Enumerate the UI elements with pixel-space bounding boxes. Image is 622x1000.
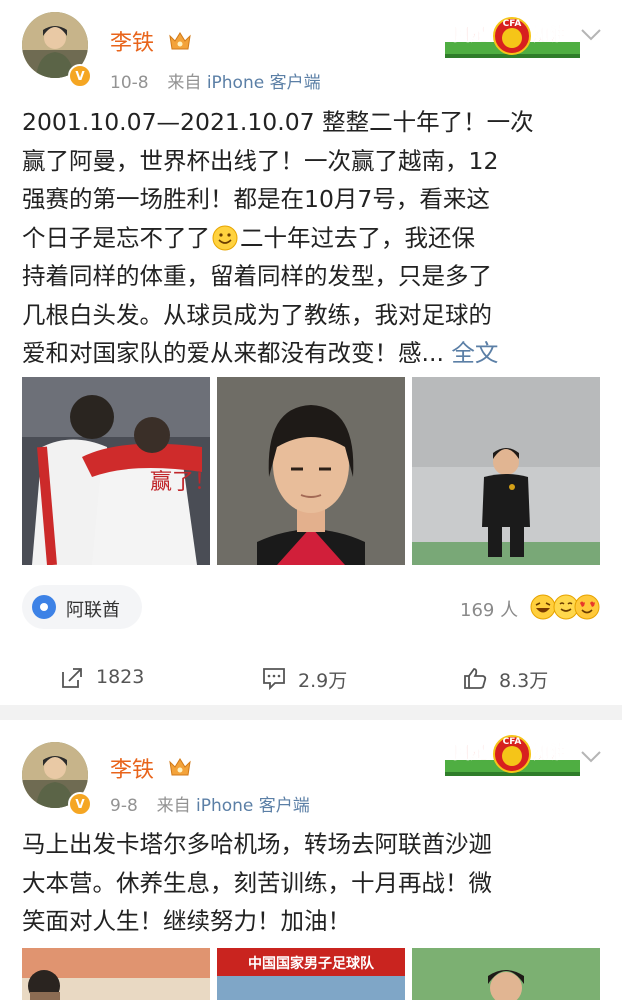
banner-left-text: 国足	[453, 25, 487, 45]
cheer-banner: 国足 CFA 加油	[445, 10, 580, 60]
post-separator	[0, 705, 622, 720]
comment-count: 2.9万	[298, 670, 348, 692]
text-line: 赢了阿曼，世界杯出线了！一次赢了越南，12	[22, 146, 499, 175]
smile-emoji-icon	[212, 225, 238, 250]
banner-logo-text: CFA	[503, 737, 522, 747]
repost-icon	[62, 668, 82, 688]
chevron-down-icon[interactable]	[580, 28, 602, 42]
verified-badge-icon: V	[68, 64, 92, 88]
text-line: 马上出发卡塔尔多哈机场，转场去阿联酋沙迦	[22, 830, 492, 858]
text-line: 笑面对人生！继续努力！加油！	[22, 907, 351, 935]
banner-right-text: 加油	[532, 24, 567, 45]
post-date: 10-8	[110, 73, 149, 93]
text-line: 大本营。休养生息，刻苦训练，十月再战！微	[22, 868, 492, 897]
read-more-link[interactable]: 全文	[451, 339, 498, 367]
heart-eyes-emoji-icon	[574, 594, 600, 620]
location-pin-icon	[32, 595, 56, 619]
source-prefix: 来自	[167, 73, 202, 93]
cheer-banner: 国足 CFA 加油	[445, 728, 580, 778]
comment-icon	[263, 668, 285, 690]
like-button[interactable]: 8.3万	[463, 660, 583, 696]
source-prefix: 来自	[156, 796, 191, 816]
post-text: 2001.10.07—2021.10.07 整整二十年了！一次 赢了阿曼，世界杯…	[22, 103, 602, 373]
banner-left-text: 国足	[453, 743, 487, 763]
text-line-last: 爱和对国家队的爱从来都没有改变！感... 全文	[22, 334, 602, 373]
text-line: 强赛的第一场胜利！都是在10月7号，看来这	[22, 185, 490, 213]
post-photo-coach-field[interactable]	[412, 948, 600, 1000]
text-line-with-emoji: 个日子是忘不了了 二十年过去了，我还保	[22, 219, 602, 258]
vip-crown-icon	[169, 32, 191, 50]
post-date: 9-8	[110, 796, 138, 816]
location-name: 阿联酋	[66, 600, 120, 621]
banner-right-text: 加油	[532, 742, 567, 763]
source-device[interactable]: iPhone 客户端	[207, 73, 321, 93]
banner-logo-text: CFA	[503, 19, 522, 29]
comment-button[interactable]: 2.9万	[262, 660, 382, 696]
repost-button[interactable]: 1823	[60, 660, 180, 696]
post-meta: 10-8 来自 iPhone 客户端	[110, 68, 321, 93]
text-segment: 个日子是忘不了了	[22, 223, 210, 252]
post-photo-celebration[interactable]: 赢了！	[22, 377, 210, 565]
poster-header-text: 中国国家男子足球队	[248, 955, 375, 972]
post-photo-portrait[interactable]	[217, 377, 405, 565]
weibo-post: V 李铁 10-8 来自 iPhone 客户端 国足 CFA 加油 2001.1…	[0, 0, 622, 705]
text-line: 几根白头发。从球员成为了教练，我对足球的	[22, 300, 492, 329]
vip-crown-icon	[169, 758, 191, 776]
text-segment: 爱和对国家队的爱从来都没有改变！感...	[22, 339, 444, 367]
post-photo-coach[interactable]	[412, 377, 600, 565]
author-name[interactable]: 李铁	[110, 752, 154, 784]
weibo-post: V 李铁 9-8 来自 iPhone 客户端 国足 CFA 加油 马上出发卡塔尔…	[0, 720, 622, 1000]
reaction-count[interactable]: 169 人	[460, 596, 518, 622]
repost-count: 1823	[96, 666, 145, 688]
post-photo-team-poster[interactable]: 中国国家男子足球队	[217, 948, 405, 1000]
verified-badge-icon: V	[68, 792, 92, 816]
thumbs-up-icon	[464, 668, 487, 689]
author-name[interactable]: 李铁	[110, 25, 154, 57]
post-meta: 9-8 来自 iPhone 客户端	[110, 791, 310, 816]
chevron-down-icon[interactable]	[580, 750, 602, 764]
post-text: 马上出发卡塔尔多哈机场，转场去阿联酋沙迦 大本营。休养生息，刻苦训练，十月再战！…	[22, 825, 602, 941]
text-line: 2001.10.07—2021.10.07 整整二十年了！一次	[22, 108, 534, 136]
post-photo-press[interactable]	[22, 948, 210, 1000]
photo-caption-text: 赢了！	[150, 470, 210, 495]
text-segment: 二十年过去了，我还保	[240, 223, 475, 252]
like-count: 8.3万	[499, 670, 549, 692]
text-line: 持着同样的体重，留着同样的发型，只是多了	[22, 262, 492, 290]
location-chip[interactable]: 阿联酋	[22, 585, 142, 629]
source-device[interactable]: iPhone 客户端	[196, 796, 310, 816]
